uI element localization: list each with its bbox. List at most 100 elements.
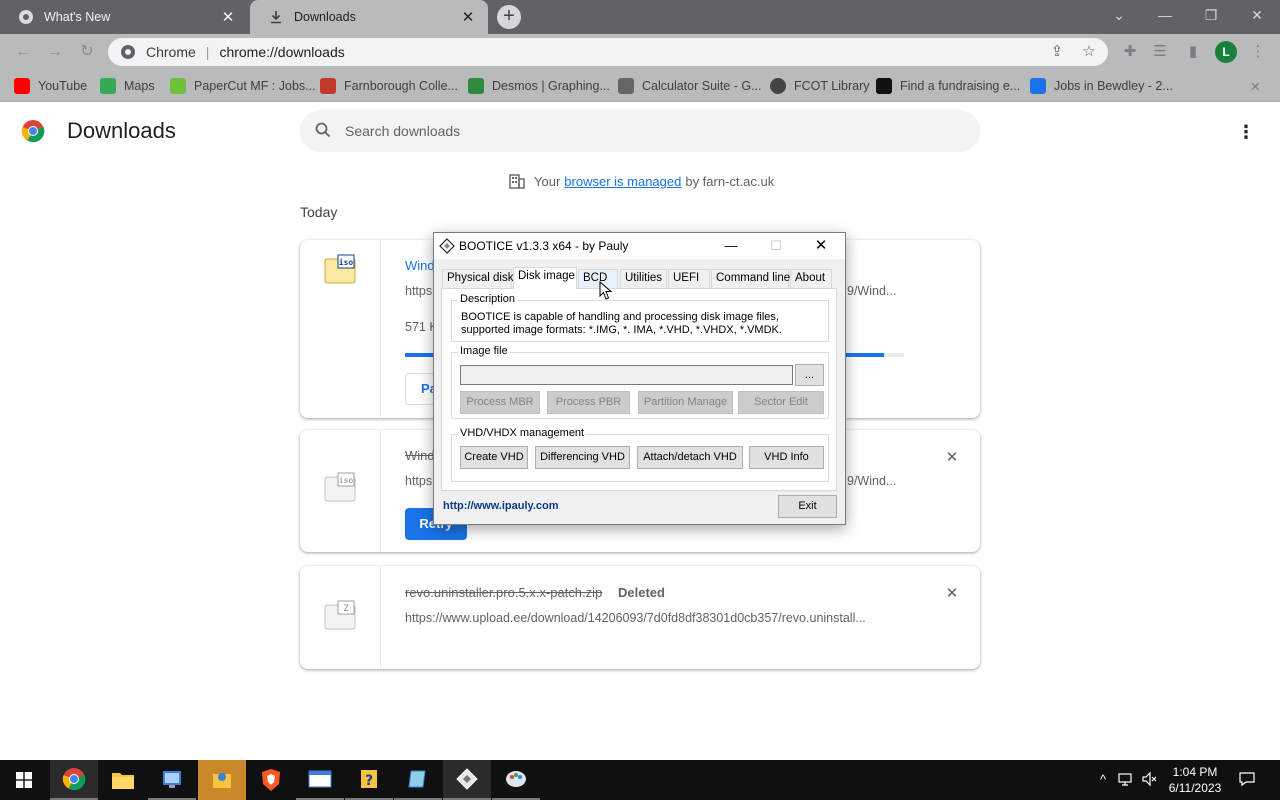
close-window-button[interactable]: ✕: [1234, 0, 1280, 30]
jobs-icon: [1030, 78, 1046, 94]
tab-about[interactable]: About: [790, 269, 832, 288]
bookmark-fundraising[interactable]: Find a fundraising e...: [876, 76, 1020, 96]
bookmark-maps[interactable]: Maps: [100, 76, 155, 96]
differencing-vhd-button[interactable]: Differencing VHD: [535, 446, 630, 469]
taskbar-bootice[interactable]: [443, 760, 491, 800]
tab-title: What's New: [44, 10, 111, 24]
attach-detach-vhd-button[interactable]: Attach/detach VHD: [637, 446, 743, 469]
college-icon: [320, 78, 336, 94]
taskbar-brave[interactable]: [247, 760, 295, 800]
bookmark-calculator-suite[interactable]: Calculator Suite - G...: [618, 76, 762, 96]
tab-uefi[interactable]: UEFI: [668, 269, 710, 288]
image-file-input[interactable]: [460, 365, 793, 385]
dialog-minimize-button[interactable]: —: [711, 233, 751, 259]
description-label: Description: [458, 293, 518, 305]
tab-command-line[interactable]: Command line: [711, 269, 790, 288]
bookmark-jobs-bewdley[interactable]: Jobs in Bewdley - 2...: [1030, 76, 1173, 96]
minimize-button[interactable]: —: [1142, 0, 1188, 30]
notifications-icon[interactable]: [1238, 771, 1256, 789]
reading-list-icon[interactable]: ☰: [1150, 42, 1170, 62]
taskbar-help[interactable]: ?: [345, 760, 393, 800]
chrome-icon: [62, 768, 86, 791]
clock-date: 6/11/2023: [1168, 781, 1222, 795]
vhd-info-button[interactable]: VHD Info: [749, 446, 824, 469]
tray-chevron-up-icon[interactable]: ^: [1094, 771, 1112, 789]
restore-button[interactable]: ❐: [1188, 0, 1234, 30]
taskbar-app-person[interactable]: [198, 760, 246, 800]
download-icon: [268, 9, 284, 25]
managed-suffix: by farn-ct.ac.uk: [685, 173, 775, 189]
profile-avatar[interactable]: L: [1215, 41, 1237, 63]
tab-physical-disk[interactable]: Physical disk: [442, 269, 513, 288]
tab-utilities[interactable]: Utilities: [620, 269, 667, 288]
system-clock[interactable]: 1:04 PM 6/11/2023: [1160, 764, 1230, 796]
file-url[interactable]: https://www.upload.ee/download/14206093/…: [405, 611, 866, 625]
file-name-link[interactable]: Wind: [405, 258, 435, 273]
share-icon[interactable]: ⇪: [1048, 43, 1066, 61]
tab-search-icon[interactable]: ⌄: [1096, 0, 1142, 30]
bookmark-papercut[interactable]: PaperCut MF : Jobs...: [170, 76, 316, 96]
taskbar-file-explorer[interactable]: [99, 760, 147, 800]
search-input[interactable]: [345, 120, 945, 142]
dialog-title-bar[interactable]: BOOTICE v1.3.3 x64 - by Pauly — ☐ ✕: [434, 233, 845, 259]
reload-icon[interactable]: ↻: [76, 41, 98, 63]
bookmark-youtube[interactable]: YouTube: [14, 76, 87, 96]
file-url[interactable]: https: [405, 474, 432, 488]
tab-close-icon[interactable]: ✕: [218, 7, 238, 27]
new-tab-button[interactable]: +: [497, 5, 521, 29]
managed-link[interactable]: browser is managed: [564, 174, 681, 189]
address-bar[interactable]: Chrome | chrome://downloads ⇪ ☆: [108, 38, 1108, 66]
zip-file-icon: Z: [324, 600, 356, 632]
desmos-icon: [468, 78, 484, 94]
network-icon[interactable]: [1118, 771, 1136, 789]
dialog-close-button[interactable]: ✕: [801, 233, 841, 259]
folder-icon: [112, 773, 134, 789]
taskbar-control-panel[interactable]: [148, 760, 196, 800]
file-url-tail: 9/Wind...: [847, 284, 897, 298]
bookmarks-close-icon[interactable]: ✕: [1250, 76, 1260, 96]
file-name: Wind: [405, 448, 435, 463]
side-panel-icon[interactable]: ▮: [1183, 42, 1203, 62]
tab-whats-new[interactable]: What's New ✕: [0, 0, 248, 34]
person-icon: [876, 78, 892, 94]
url-text[interactable]: chrome://downloads: [219, 44, 344, 60]
managed-notice: Your browser is managed by farn-ct.ac.uk: [508, 172, 774, 190]
pause-button[interactable]: Pa: [405, 373, 435, 405]
file-url[interactable]: https: [405, 284, 432, 298]
windows-logo-icon: [16, 772, 32, 788]
taskbar-window-app[interactable]: [296, 760, 344, 800]
forward-arrow-icon[interactable]: →: [44, 41, 66, 63]
tab-downloads[interactable]: Downloads ✕: [250, 0, 488, 34]
browser-toolbar: ← → ↻ Chrome | chrome://downloads ⇪ ☆ ✚ …: [0, 34, 1280, 70]
bookmark-star-icon[interactable]: ☆: [1080, 43, 1098, 61]
bookmark-farnborough[interactable]: Farnborough Colle...: [320, 76, 458, 96]
search-bar[interactable]: [300, 110, 980, 152]
browse-button[interactable]: ...: [795, 364, 824, 386]
tab-close-icon[interactable]: ✕: [458, 7, 478, 27]
process-mbr-button[interactable]: Process MBR: [460, 391, 540, 414]
sector-edit-button[interactable]: Sector Edit: [738, 391, 824, 414]
bootice-app-icon: [439, 238, 455, 254]
volume-muted-icon[interactable]: [1141, 771, 1159, 789]
back-arrow-icon[interactable]: ←: [12, 41, 34, 63]
taskbar-chrome[interactable]: [50, 760, 98, 800]
more-options-icon[interactable]: ⋮: [1236, 121, 1256, 143]
bookmark-fcot-library[interactable]: FCOT Library: [770, 76, 869, 96]
partition-manage-button[interactable]: Partition Manage: [638, 391, 733, 414]
bookmarks-bar: YouTube Maps PaperCut MF : Jobs... Farnb…: [0, 70, 1280, 102]
ipauly-link[interactable]: http://www.ipauly.com: [443, 500, 559, 512]
start-button[interactable]: [0, 760, 48, 800]
bookmark-desmos[interactable]: Desmos | Graphing...: [468, 76, 610, 96]
exit-button[interactable]: Exit: [778, 495, 837, 518]
menu-dots-icon[interactable]: ⋮: [1248, 42, 1268, 62]
chrome-logo-icon: [21, 119, 45, 143]
remove-icon[interactable]: ✕: [944, 450, 960, 466]
notepad-icon: [408, 770, 426, 788]
extensions-icon[interactable]: ✚: [1120, 42, 1140, 62]
process-pbr-button[interactable]: Process PBR: [547, 391, 630, 414]
tab-disk-image[interactable]: Disk image: [513, 267, 577, 289]
remove-icon[interactable]: ✕: [944, 586, 960, 602]
taskbar-notepad[interactable]: [394, 760, 442, 800]
taskbar-paint[interactable]: [492, 760, 540, 800]
create-vhd-button[interactable]: Create VHD: [460, 446, 528, 469]
